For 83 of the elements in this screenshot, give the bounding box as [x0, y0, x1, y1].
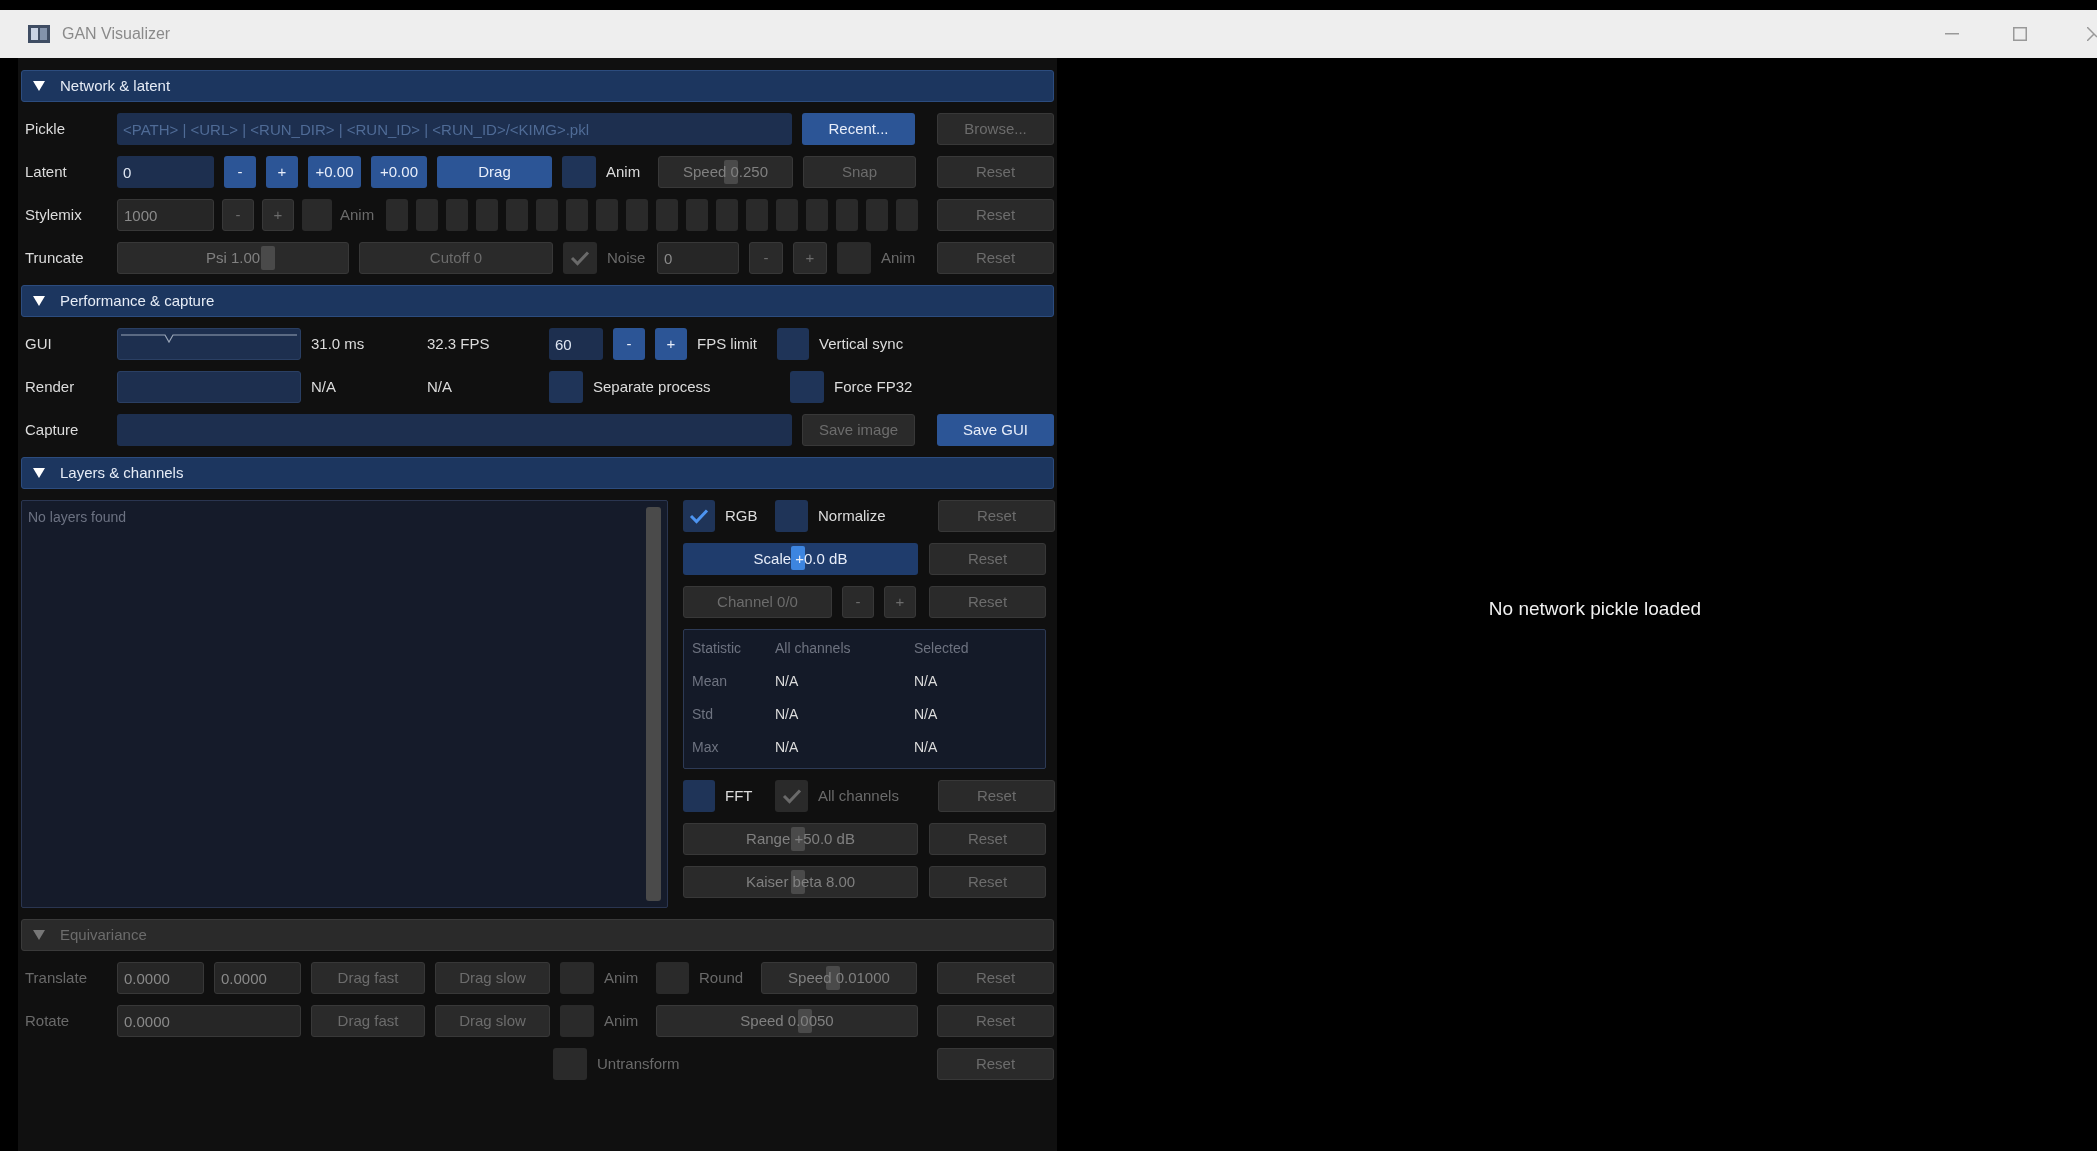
label: Untransform	[597, 1053, 681, 1074]
checkbox[interactable]	[549, 371, 583, 403]
label: Normalize	[818, 505, 887, 526]
checkbox[interactable]	[683, 780, 715, 812]
input-field[interactable]: 60	[549, 328, 603, 360]
button[interactable]: +0.00	[308, 156, 361, 188]
label: 32.3 FPS	[427, 333, 491, 354]
row-label: Rotate	[25, 1012, 70, 1029]
button[interactable]: -	[224, 156, 256, 188]
close-icon[interactable]	[2087, 27, 2097, 41]
label: Vertical sync	[819, 333, 905, 354]
label: 31.0 ms	[311, 333, 366, 354]
row-label: GUI	[25, 335, 52, 352]
section-title: Network & latent	[60, 75, 171, 96]
input-field[interactable]: <PATH> | <URL> | <RUN_DIR> | <RUN_ID> | <RUN_ID>/<KIMG>.pkl	[117, 113, 792, 145]
row-label: Render	[25, 378, 75, 395]
window-title: GAN Visualizer	[62, 24, 171, 44]
row-label: Translate	[25, 969, 87, 986]
maximize-icon[interactable]	[2013, 27, 2027, 41]
section-header[interactable]: Network & latent	[21, 70, 1054, 102]
label: Separate process	[593, 376, 712, 397]
table-cell-text: N/A	[775, 738, 800, 757]
row-label: Capture	[25, 421, 79, 438]
checkbox[interactable]	[790, 371, 824, 403]
label: Noise	[607, 247, 647, 268]
table-cell-text: Mean	[692, 672, 729, 691]
caret-icon	[32, 928, 46, 942]
button[interactable]: Drag	[437, 156, 552, 188]
row-label: Pickle	[25, 120, 65, 137]
section-header[interactable]: Performance & capture	[21, 285, 1054, 317]
column-header: Statistic	[692, 639, 742, 658]
section-title: Performance & capture	[60, 290, 215, 311]
label: All channels	[818, 785, 900, 806]
table-cell-text: Max	[692, 738, 720, 757]
checkbox[interactable]	[562, 156, 596, 188]
app-icon	[28, 25, 50, 43]
label: RGB	[725, 505, 759, 526]
table-cell-text: N/A	[914, 672, 939, 691]
row-label: Latent	[25, 163, 67, 180]
table-cell-text: Std	[692, 705, 714, 724]
button[interactable]: +0.00	[371, 156, 427, 188]
caret-icon	[32, 466, 46, 480]
label: Force FP32	[834, 376, 914, 397]
label: Anim	[881, 247, 917, 268]
button[interactable]: +	[266, 156, 298, 188]
check-icon	[570, 250, 590, 266]
label: Anim	[340, 204, 376, 225]
scrollbar[interactable]	[646, 507, 661, 901]
table-cell-text: N/A	[775, 672, 800, 691]
checkbox[interactable]	[683, 500, 715, 532]
section-header[interactable]: Layers & channels	[21, 457, 1054, 489]
checkbox[interactable]	[775, 500, 808, 532]
row-label: Stylemix	[25, 206, 82, 223]
label: FPS limit	[697, 333, 758, 354]
checkbox[interactable]	[777, 328, 809, 360]
table-cell-text: N/A	[775, 705, 800, 724]
label: Anim	[606, 161, 642, 182]
label: Round	[699, 967, 745, 988]
label: FFT	[725, 785, 754, 806]
column-header: All channels	[775, 639, 852, 658]
button[interactable]: -	[613, 328, 645, 360]
label: N/A	[311, 376, 337, 397]
row-label: Truncate	[25, 249, 84, 266]
column-header: Selected	[914, 639, 970, 658]
table-cell-text: N/A	[914, 705, 939, 724]
section-title: Layers & channels	[60, 462, 184, 483]
input-field[interactable]: 0	[117, 156, 214, 188]
empty-message: No layers found	[28, 508, 127, 527]
caret-icon	[32, 79, 46, 93]
status-message: No network pickle loaded	[1488, 597, 1702, 622]
section-title: Equivariance	[60, 924, 147, 945]
button[interactable]: +	[655, 328, 687, 360]
label: N/A	[427, 376, 453, 397]
check-icon	[781, 788, 802, 804]
button[interactable]: Save GUI	[937, 414, 1054, 446]
minimize-icon[interactable]	[1945, 33, 1959, 35]
check-icon	[689, 508, 709, 524]
label: Anim	[604, 1010, 640, 1031]
label: Anim	[604, 967, 640, 988]
button[interactable]: Recent...	[802, 113, 915, 145]
caret-icon	[32, 294, 46, 308]
table-cell-text: N/A	[914, 738, 939, 757]
input-field[interactable]	[117, 414, 792, 446]
